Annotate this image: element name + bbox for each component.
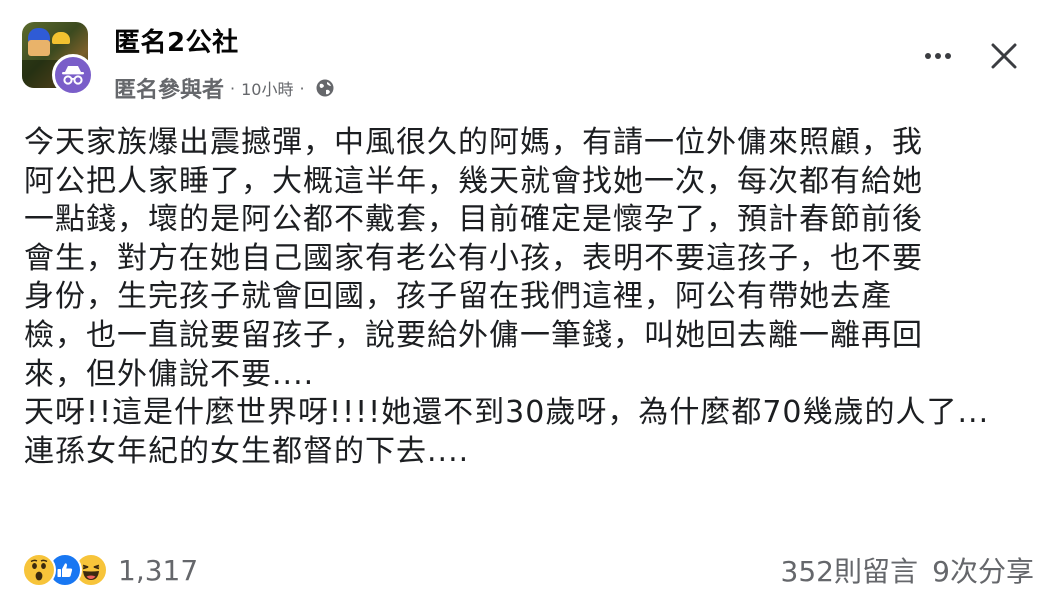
post-text-line: 檢，也一直說要留孩子，說要給外傭一筆錢，叫她回去離一離再回 (24, 317, 923, 353)
more-options-button[interactable] (918, 36, 958, 76)
post-text: 今天家族爆出震撼彈，中風很久的阿媽，有請一位外傭來照顧，我 阿公把人家睡了，大概… (24, 124, 1024, 471)
post-text-line: 會生，對方在她自己國家有老公有小孩，表明不要這孩子，也不要 (24, 240, 923, 276)
more-dot (925, 53, 931, 59)
post-text-line: 今天家族爆出震撼彈，中風很久的阿媽，有請一位外傭來照顧，我 (24, 125, 923, 160)
post-text-line: 來，但外傭說不要.... (24, 356, 315, 392)
comment-count[interactable]: 352則留言 (781, 550, 918, 590)
post-text-line: 身份，生完孩子就會回國，孩子留在我們這裡，阿公有帶她去產 (24, 279, 892, 315)
anonymous-participant-avatar[interactable] (52, 54, 94, 96)
meta-separator-2: · (299, 78, 305, 98)
post-timestamp[interactable]: 10小時 (241, 76, 293, 100)
group-name[interactable]: 匿名2公社 (114, 22, 239, 59)
close-icon (991, 43, 1017, 69)
close-button[interactable] (982, 34, 1026, 78)
reaction-count[interactable]: 1,317 (118, 554, 198, 587)
post-text-line: 天呀!!這是什麼世界呀!!!!她還不到30歲呀，為什麼都70幾歲的人了... (24, 395, 990, 431)
share-count[interactable]: 9次分享 (932, 550, 1034, 590)
post-text-line: 一點錢，壞的是阿公都不戴套，目前確定是懷孕了，預計春節前後 (24, 202, 923, 238)
post-footer: 1,317 352則留言 9次分享 (22, 548, 1038, 592)
reaction-summary[interactable]: 1,317 (22, 552, 198, 588)
post-meta: 匿名參與者 · 10小時 · (114, 72, 335, 104)
more-dot (935, 53, 941, 59)
globe-icon[interactable] (315, 78, 335, 98)
wow-icon (22, 553, 56, 587)
post-text-line: 連孫女年紀的女生都督的下去.... (24, 433, 470, 469)
avatar-figure-face (28, 40, 50, 56)
post-text-line: 阿公把人家睡了，大概這半年，幾天就會找她一次，每次都有給她 (24, 163, 923, 199)
post-header: 匿名2公社 匿名參與者 · 10小時 · (22, 20, 1038, 110)
avatar-figure-hat-yellow (52, 32, 70, 44)
meta-separator: · (230, 78, 236, 98)
more-dot (945, 53, 951, 59)
author-name[interactable]: 匿名參與者 (114, 72, 224, 104)
incognito-icon (62, 66, 84, 85)
